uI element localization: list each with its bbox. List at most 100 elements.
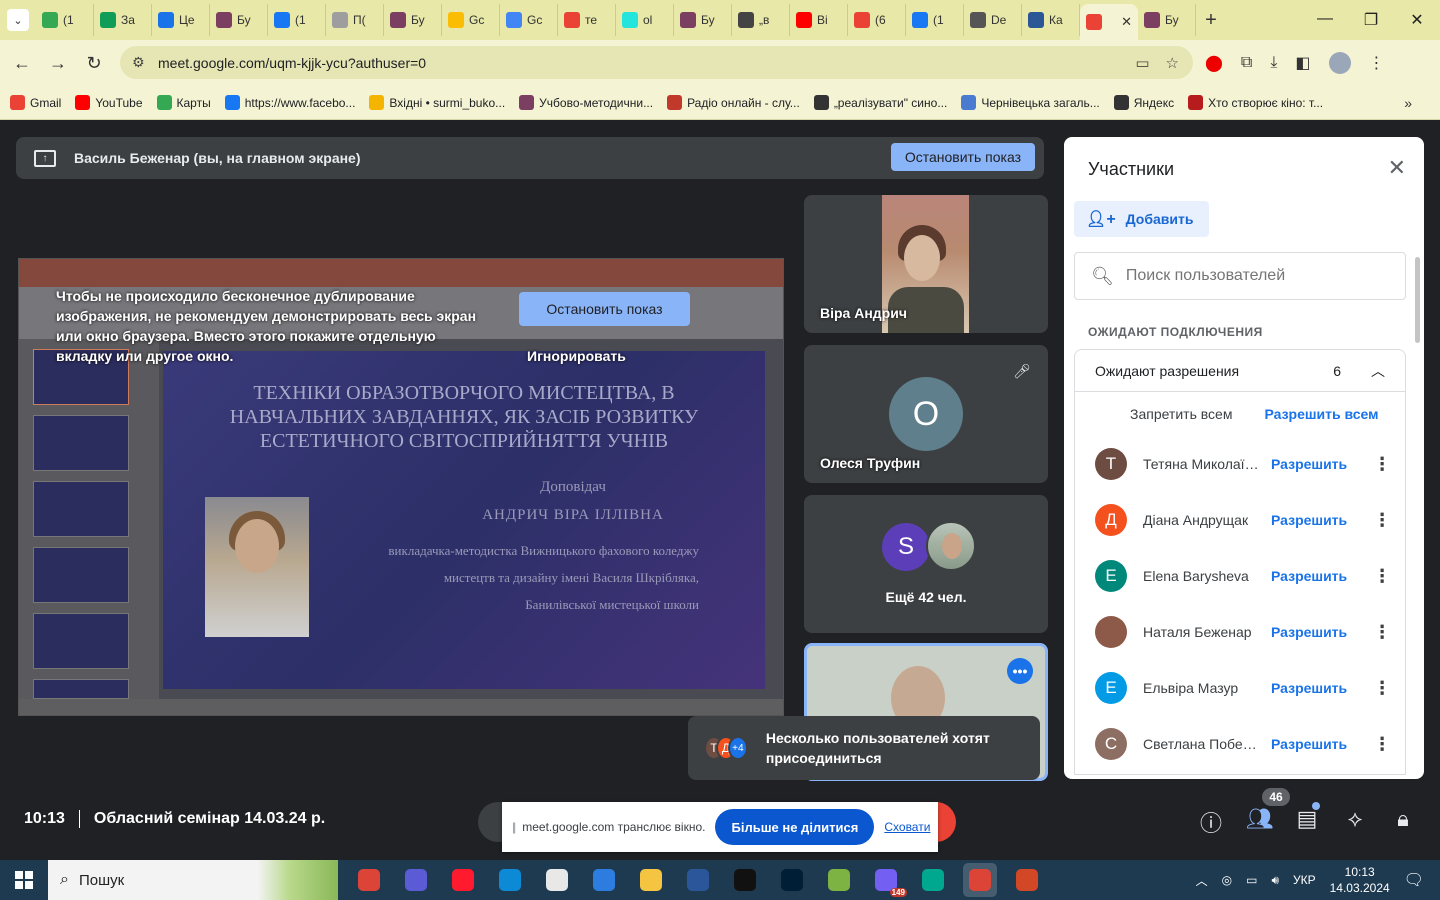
taskbar-app-explorer[interactable]	[634, 863, 668, 897]
hide-bar-link[interactable]: Сховати	[884, 820, 930, 834]
extensions-icon[interactable]: ⧉	[1241, 54, 1252, 72]
taskbar-app-edge[interactable]	[493, 863, 527, 897]
bookmark-item[interactable]: Чернівецька загаль...	[961, 95, 1100, 110]
more-options-icon[interactable]: ⋮	[1373, 734, 1391, 755]
menu-kebab-icon[interactable]: ⋮	[1369, 53, 1385, 73]
taskbar-app-app-blue[interactable]	[399, 863, 433, 897]
browser-tab[interactable]: Бу	[384, 4, 442, 36]
taskbar-app-word[interactable]	[681, 863, 715, 897]
bookmark-item[interactable]: Gmail	[10, 95, 61, 110]
browser-tab-active[interactable]: ✕	[1080, 4, 1138, 40]
browser-tab[interactable]: За	[94, 4, 152, 36]
forward-button[interactable]: →	[40, 53, 76, 74]
drag-handle-icon[interactable]: ||	[512, 820, 516, 834]
browser-tab[interactable]: те	[558, 4, 616, 36]
waiting-group-header[interactable]: Ожидают разрешения 6 ︿	[1075, 350, 1405, 392]
participant-tile-vira[interactable]: Віра Андрич	[804, 195, 1048, 333]
taskbar-app-inkscape[interactable]	[728, 863, 762, 897]
participant-tile-others[interactable]: S Ещё 42 чел.	[804, 495, 1048, 633]
back-button[interactable]: ←	[4, 53, 40, 74]
bookmark-item[interactable]: Яндекс	[1113, 95, 1174, 110]
people-icon[interactable]: 👥︎	[1246, 806, 1274, 838]
camera-icon[interactable]: ▭	[1135, 54, 1149, 72]
browser-tab[interactable]: (1	[268, 4, 326, 36]
host-controls-icon[interactable]: 🔒︎	[1390, 806, 1416, 838]
maximize-button[interactable]: ❐	[1348, 10, 1394, 30]
bookmark-item[interactable]: Вхідні • surmi_buko...	[369, 95, 505, 110]
bookmark-item[interactable]: Карты	[156, 95, 211, 110]
allow-all-button[interactable]: Разрешить всем	[1264, 406, 1378, 422]
profile-avatar[interactable]	[1328, 52, 1351, 74]
browser-tab[interactable]: „в	[732, 4, 790, 36]
tab-search-button[interactable]: ⌄	[0, 0, 36, 40]
allow-button[interactable]: Разрешить	[1271, 456, 1347, 472]
browser-tab[interactable]: De	[964, 4, 1022, 36]
info-icon[interactable]: ⓘ	[1198, 806, 1224, 838]
new-tab-button[interactable]: +	[1196, 9, 1226, 32]
browser-tab[interactable]: ol	[616, 4, 674, 36]
allow-button[interactable]: Разрешить	[1271, 736, 1347, 752]
taskbar-app-app-teal[interactable]	[916, 863, 950, 897]
bookmark-item[interactable]: Учбово-методични...	[519, 95, 653, 110]
close-panel-button[interactable]: ✕	[1388, 155, 1406, 181]
bookmark-item[interactable]: Радіо онлайн - слу...	[667, 95, 800, 110]
allow-button[interactable]: Разрешить	[1271, 624, 1347, 640]
bookmark-item[interactable]: https://www.facebo...	[224, 95, 355, 110]
clock[interactable]: 10:13 14.03.2024	[1330, 864, 1390, 896]
allow-button[interactable]: Разрешить	[1271, 512, 1347, 528]
browser-tab[interactable]: Бу	[1138, 4, 1196, 36]
taskbar-search[interactable]: ⌕ Пошук	[48, 860, 338, 900]
more-options-icon[interactable]: ⋮	[1373, 510, 1391, 531]
participant-tile-olesia[interactable]: О 🎤︎ Олеся Труфин	[804, 345, 1048, 483]
activities-icon[interactable]: ⟡	[1342, 806, 1368, 838]
more-options-icon[interactable]: •••	[1007, 658, 1033, 684]
allow-button[interactable]: Разрешить	[1271, 568, 1347, 584]
deny-all-button[interactable]: Запретить всем	[1130, 406, 1232, 422]
close-window-button[interactable]: ✕	[1394, 10, 1440, 30]
address-bar[interactable]: ⚙ meet.google.com/uqm-kjjk-ycu?authuser=…	[120, 46, 1193, 79]
browser-tab[interactable]: Бу	[674, 4, 732, 36]
warning-stop-presenting-button[interactable]: Остановить показ	[519, 292, 690, 326]
stop-presenting-button[interactable]: Остановить показ	[890, 143, 1035, 171]
network-icon[interactable]: ▭	[1246, 873, 1257, 887]
participant-search[interactable]: 🔍︎	[1074, 252, 1406, 300]
bookmark-item[interactable]: YouTube	[75, 95, 143, 110]
browser-tab[interactable]: Gc	[442, 4, 500, 36]
taskbar-app-file[interactable]	[540, 863, 574, 897]
taskbar-app-viber[interactable]: 149	[869, 863, 907, 897]
taskbar-app-photoshop[interactable]	[775, 863, 809, 897]
chat-icon[interactable]: ▤	[1294, 806, 1320, 838]
taskbar-app-chrome-active[interactable]	[963, 863, 997, 897]
taskbar-app-powerpoint[interactable]	[1010, 863, 1044, 897]
more-bookmarks-icon[interactable]: »	[1404, 95, 1412, 111]
notifications-icon[interactable]: 🗨︎	[1404, 870, 1424, 890]
browser-tab[interactable]: Ві	[790, 4, 848, 36]
chevron-up-icon[interactable]: ︿	[1196, 872, 1208, 889]
taskbar-app-opera[interactable]	[446, 863, 480, 897]
taskbar-app-app-color[interactable]	[822, 863, 856, 897]
browser-tab[interactable]: Бу	[210, 4, 268, 36]
language-indicator[interactable]: УКР	[1293, 873, 1316, 887]
opera-extension-icon[interactable]: ⬤	[1205, 53, 1223, 73]
sidepanel-icon[interactable]: ◧	[1295, 53, 1310, 73]
browser-tab[interactable]: (6	[848, 4, 906, 36]
bookmark-item[interactable]: „реалізувати" сино...	[813, 95, 947, 110]
chevron-up-icon[interactable]: ︿	[1371, 361, 1385, 381]
browser-tab[interactable]: (1	[906, 4, 964, 36]
stop-sharing-button[interactable]: Більше не ділитися	[715, 809, 875, 845]
more-options-icon[interactable]: ⋮	[1373, 622, 1391, 643]
site-info-icon[interactable]: ⚙	[132, 54, 156, 71]
bookmark-star-icon[interactable]: ☆	[1166, 54, 1179, 72]
add-people-button[interactable]: 👤︎+ Добавить	[1074, 201, 1210, 237]
reload-button[interactable]: ↻	[76, 53, 112, 74]
browser-tab[interactable]: Це	[152, 4, 210, 36]
browser-tab[interactable]: (1	[36, 4, 94, 36]
download-icon[interactable]: ⤓	[1270, 54, 1277, 72]
search-input[interactable]	[1125, 267, 1386, 285]
bookmark-item[interactable]: Хто створює кіно: т...	[1188, 95, 1323, 110]
more-options-icon[interactable]: ⋮	[1373, 566, 1391, 587]
close-tab-icon[interactable]: ✕	[1121, 14, 1132, 30]
taskbar-app-notepad[interactable]	[587, 863, 621, 897]
volume-icon[interactable]: 🔊︎	[1271, 873, 1279, 888]
start-button[interactable]	[0, 860, 48, 900]
